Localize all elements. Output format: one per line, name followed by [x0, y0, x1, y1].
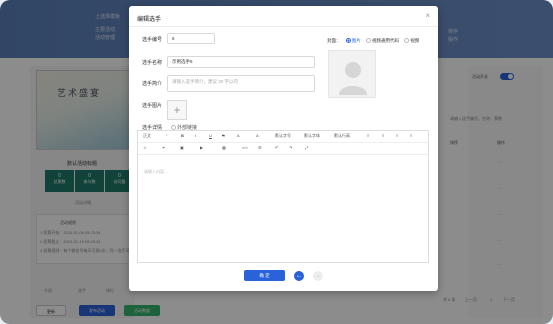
editor-placeholder[interactable]: 请输入内容... [144, 169, 167, 175]
cover-option-embed[interactable]: 视频通用代码 [372, 38, 399, 43]
cover-image-placeholder[interactable] [328, 50, 376, 98]
fullscreen-icon[interactable]: ⤢ [305, 145, 308, 150]
cover-option-image[interactable]: 图片 [352, 38, 361, 43]
arrow-right-icon[interactable]: → [313, 271, 323, 281]
emoji-icon[interactable]: ☺ [143, 145, 147, 150]
line-height-select[interactable]: 默认行高 [334, 133, 350, 139]
avatar-silhouette-icon [339, 62, 367, 95]
cover-option-video[interactable]: 视频 [410, 38, 419, 43]
video-icon[interactable]: ▶ [200, 145, 203, 150]
confirm-button[interactable]: 确 定 [244, 270, 285, 281]
quote-icon[interactable]: “ [166, 133, 167, 138]
code-icon[interactable]: </> [242, 145, 248, 150]
editor-toolbar-row-2: ☺ ⚭ ▣ ▶ ▦ </> ☰ ↶ ↷ ⤢ [138, 143, 428, 155]
edit-contestant-dialog: 编辑选手 × 选手编号 选手名称 选手简介 请输入选手简介，建议 30 字以内 … [129, 6, 438, 291]
arrow-left-icon[interactable]: ← [294, 271, 304, 281]
font-family-select[interactable]: 默认字体 [304, 133, 320, 139]
font-color-icon[interactable]: A [237, 133, 240, 138]
underline-icon[interactable]: U [209, 133, 212, 138]
bold-icon[interactable]: B [181, 133, 184, 138]
editor-toolbar-row-1: 正文 “ B I U S A A 默认字号 默认字体 默认行高 ≡ ≡ ≡ ≡ [138, 131, 428, 143]
radio-image-selected-icon[interactable] [345, 38, 351, 44]
link-icon[interactable]: ⚭ [162, 145, 165, 150]
dialog-divider [129, 26, 438, 27]
intro-textarea[interactable]: 请输入选手简介，建议 30 字以内 [167, 75, 315, 92]
name-label: 选手名称 [142, 60, 163, 66]
bullet-list-icon[interactable]: ≡ [367, 133, 369, 138]
cover-options: 封面： 图片 视频通用代码 视频 [327, 38, 419, 44]
app-frame: 上选择模板 主要活动 活动管理 排序 操作 艺术盛宴 默认活动标题 0 总票数 0… [0, 0, 553, 324]
redo-icon[interactable]: ↷ [289, 145, 292, 150]
undo-icon[interactable]: ↶ [275, 145, 278, 150]
heading-select[interactable]: 正文 [143, 133, 151, 139]
align-icon[interactable]: ≡ [410, 133, 412, 138]
divider-icon[interactable]: ☰ [258, 145, 262, 150]
italic-icon[interactable]: I [195, 133, 196, 138]
strikethrough-icon[interactable]: S [222, 133, 225, 138]
radio-embed-icon[interactable] [366, 38, 372, 44]
number-input[interactable] [167, 33, 215, 44]
intro-label: 选手简介 [142, 81, 163, 87]
images-label: 选手图片 [142, 103, 163, 109]
image-icon[interactable]: ▣ [180, 145, 184, 150]
todo-list-icon[interactable]: ≡ [396, 133, 398, 138]
font-size-select[interactable]: 默认字号 [275, 133, 291, 139]
close-icon[interactable]: × [425, 11, 430, 20]
name-input[interactable] [167, 56, 315, 68]
dialog-title: 编辑选手 [137, 17, 162, 23]
radio-video-icon[interactable] [404, 38, 410, 44]
table-icon[interactable]: ▦ [222, 145, 226, 150]
rich-text-editor[interactable]: 正文 “ B I U S A A 默认字号 默认字体 默认行高 ≡ ≡ ≡ ≡ … [137, 130, 429, 263]
number-label: 选手编号 [142, 37, 163, 43]
background-color-icon[interactable]: A [256, 133, 259, 138]
cover-label: 封面： [327, 38, 341, 43]
numbered-list-icon[interactable]: ≡ [382, 133, 384, 138]
add-image-button[interactable]: + [167, 100, 187, 120]
